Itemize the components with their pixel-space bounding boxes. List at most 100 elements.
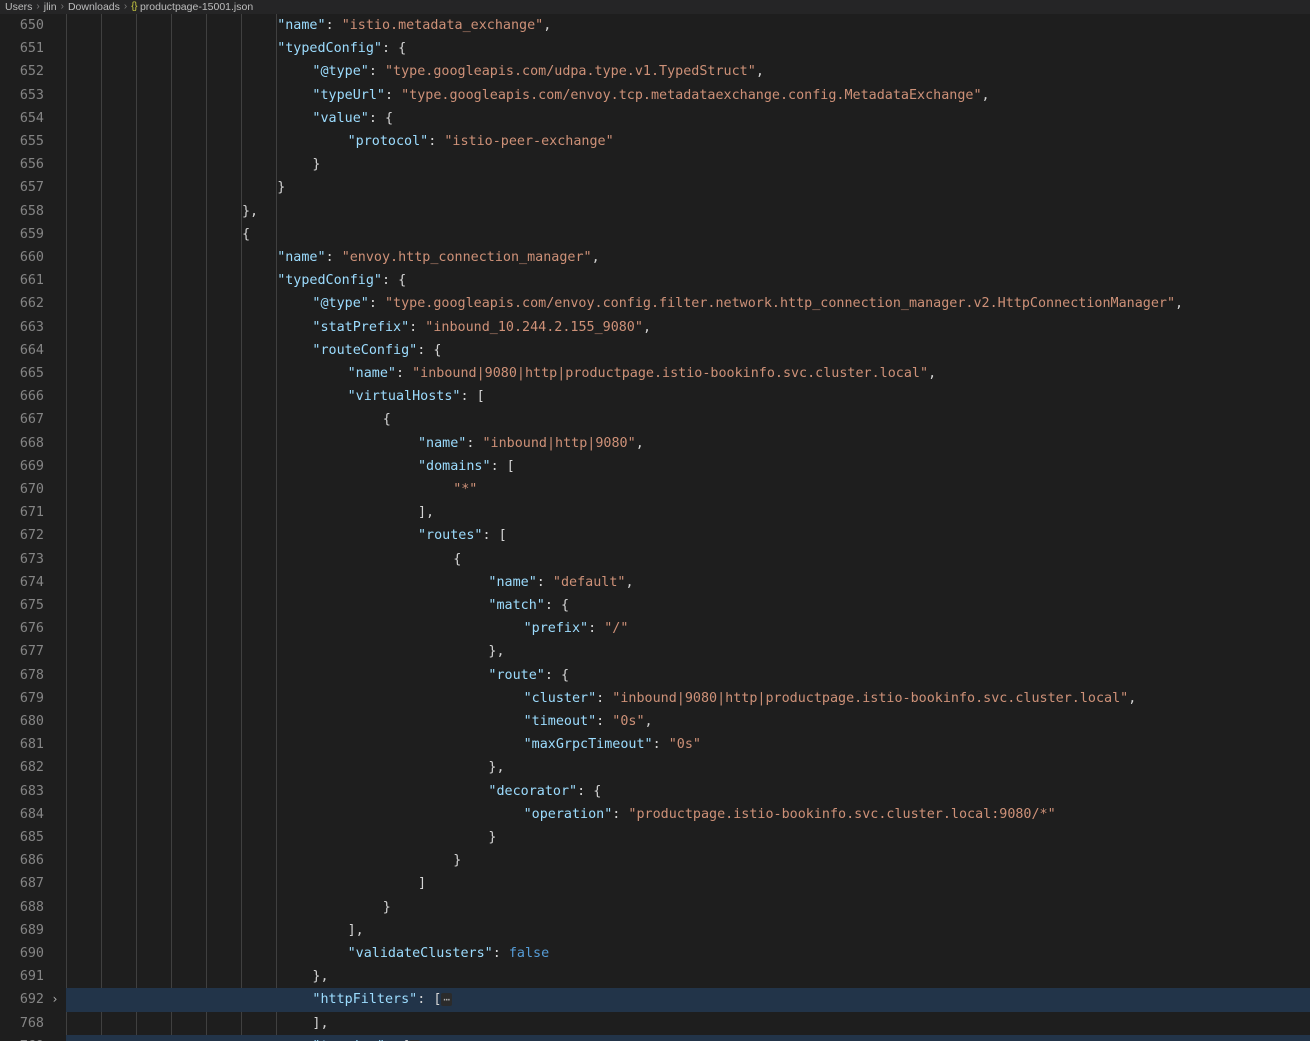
line-number[interactable]: 679 <box>0 687 44 710</box>
line-number[interactable]: 684 <box>0 803 44 826</box>
line-number[interactable]: 671 <box>0 501 44 524</box>
code-line[interactable]: 661"typedConfig": { <box>0 269 1310 292</box>
breadcrumb-item[interactable]: Users <box>5 0 32 14</box>
code-line[interactable]: 689], <box>0 919 1310 942</box>
line-number[interactable]: 686 <box>0 849 44 872</box>
line-number[interactable]: 651 <box>0 37 44 60</box>
code-line[interactable]: 679"cluster": "inbound|9080|http|product… <box>0 687 1310 710</box>
code-line[interactable]: 658}, <box>0 200 1310 223</box>
breadcrumb-filename[interactable]: productpage-15001.json <box>140 0 253 14</box>
code-line[interactable]: 665"name": "inbound|9080|http|productpag… <box>0 362 1310 385</box>
code-editor[interactable]: 650"name": "istio.metadata_exchange",651… <box>0 14 1310 1041</box>
code-line[interactable]: 659{ <box>0 223 1310 246</box>
fold-ellipsis-icon[interactable]: ⋯ <box>441 993 452 1006</box>
line-number[interactable]: 654 <box>0 107 44 130</box>
code-line[interactable]: 677}, <box>0 640 1310 663</box>
line-number[interactable]: 769 <box>0 1035 44 1041</box>
code-line[interactable]: 650"name": "istio.metadata_exchange", <box>0 14 1310 37</box>
code-line[interactable]: 769›"tracing": {⋯ <box>0 1035 1310 1041</box>
code-line[interactable]: 657} <box>0 176 1310 199</box>
line-number[interactable]: 663 <box>0 316 44 339</box>
code-line[interactable]: 654"value": { <box>0 107 1310 130</box>
line-number[interactable]: 685 <box>0 826 44 849</box>
line-number[interactable]: 680 <box>0 710 44 733</box>
line-number[interactable]: 660 <box>0 246 44 269</box>
line-number[interactable]: 690 <box>0 942 44 965</box>
code-line[interactable]: 674"name": "default", <box>0 571 1310 594</box>
code-line[interactable]: 671], <box>0 501 1310 524</box>
code-line[interactable]: 681"maxGrpcTimeout": "0s" <box>0 733 1310 756</box>
code-line[interactable]: 692›"httpFilters": [⋯ <box>0 988 1310 1011</box>
line-number[interactable]: 675 <box>0 594 44 617</box>
line-number[interactable]: 650 <box>0 14 44 37</box>
line-number[interactable]: 672 <box>0 524 44 547</box>
line-number[interactable]: 689 <box>0 919 44 942</box>
line-number[interactable]: 670 <box>0 478 44 501</box>
code-line[interactable]: 673{ <box>0 548 1310 571</box>
code-line[interactable]: 672"routes": [ <box>0 524 1310 547</box>
code-line[interactable]: 678"route": { <box>0 664 1310 687</box>
line-number[interactable]: 678 <box>0 664 44 687</box>
breadcrumb-item[interactable]: jlin <box>44 0 57 14</box>
breadcrumb-item[interactable]: Downloads <box>68 0 120 14</box>
line-number[interactable]: 655 <box>0 130 44 153</box>
line-number[interactable]: 688 <box>0 896 44 919</box>
breadcrumb[interactable]: Users›jlin›Downloads›{}productpage-15001… <box>0 0 1310 14</box>
line-number[interactable]: 661 <box>0 269 44 292</box>
code-line[interactable]: 668"name": "inbound|http|9080", <box>0 432 1310 455</box>
code-line[interactable]: 652"@type": "type.googleapis.com/udpa.ty… <box>0 60 1310 83</box>
code-line[interactable]: 675"match": { <box>0 594 1310 617</box>
chevron-right-icon[interactable]: › <box>48 1035 62 1041</box>
code-line[interactable]: 663"statPrefix": "inbound_10.244.2.155_9… <box>0 316 1310 339</box>
line-number[interactable]: 659 <box>0 223 44 246</box>
json-punctuation: : <box>537 575 553 590</box>
line-number[interactable]: 676 <box>0 617 44 640</box>
line-number[interactable]: 667 <box>0 408 44 431</box>
code-line[interactable]: 655"protocol": "istio-peer-exchange" <box>0 130 1310 153</box>
code-line[interactable]: 688} <box>0 896 1310 919</box>
line-number[interactable]: 681 <box>0 733 44 756</box>
line-number[interactable]: 668 <box>0 432 44 455</box>
line-number[interactable]: 666 <box>0 385 44 408</box>
code-line[interactable]: 682}, <box>0 756 1310 779</box>
line-number[interactable]: 652 <box>0 60 44 83</box>
code-line[interactable]: 680"timeout": "0s", <box>0 710 1310 733</box>
code-line[interactable]: 690"validateClusters": false <box>0 942 1310 965</box>
line-number[interactable]: 657 <box>0 176 44 199</box>
line-number[interactable]: 653 <box>0 84 44 107</box>
chevron-right-icon[interactable]: › <box>48 988 62 1011</box>
line-number[interactable]: 674 <box>0 571 44 594</box>
code-line[interactable]: 653"typeUrl": "type.googleapis.com/envoy… <box>0 84 1310 107</box>
code-line[interactable]: 683"decorator": { <box>0 780 1310 803</box>
line-number[interactable]: 662 <box>0 292 44 315</box>
code-line[interactable]: 651"typedConfig": { <box>0 37 1310 60</box>
line-number[interactable]: 664 <box>0 339 44 362</box>
code-line[interactable]: 687] <box>0 872 1310 895</box>
line-number[interactable]: 691 <box>0 965 44 988</box>
line-number[interactable]: 687 <box>0 872 44 895</box>
code-line[interactable]: 691}, <box>0 965 1310 988</box>
line-number[interactable]: 658 <box>0 200 44 223</box>
code-line[interactable]: 676"prefix": "/" <box>0 617 1310 640</box>
code-line[interactable]: 662"@type": "type.googleapis.com/envoy.c… <box>0 292 1310 315</box>
line-number[interactable]: 665 <box>0 362 44 385</box>
line-number[interactable]: 677 <box>0 640 44 663</box>
code-line[interactable]: 670"*" <box>0 478 1310 501</box>
code-line[interactable]: 768], <box>0 1012 1310 1035</box>
line-number[interactable]: 669 <box>0 455 44 478</box>
line-number[interactable]: 683 <box>0 780 44 803</box>
code-line[interactable]: 685} <box>0 826 1310 849</box>
code-line[interactable]: 664"routeConfig": { <box>0 339 1310 362</box>
code-line[interactable]: 660"name": "envoy.http_connection_manage… <box>0 246 1310 269</box>
code-line[interactable]: 666"virtualHosts": [ <box>0 385 1310 408</box>
code-line[interactable]: 667{ <box>0 408 1310 431</box>
code-line[interactable]: 669"domains": [ <box>0 455 1310 478</box>
line-number[interactable]: 692 <box>0 988 44 1011</box>
line-number[interactable]: 682 <box>0 756 44 779</box>
line-number[interactable]: 656 <box>0 153 44 176</box>
code-line[interactable]: 656} <box>0 153 1310 176</box>
code-line[interactable]: 684"operation": "productpage.istio-booki… <box>0 803 1310 826</box>
line-number[interactable]: 673 <box>0 548 44 571</box>
code-line[interactable]: 686} <box>0 849 1310 872</box>
line-number[interactable]: 768 <box>0 1012 44 1035</box>
